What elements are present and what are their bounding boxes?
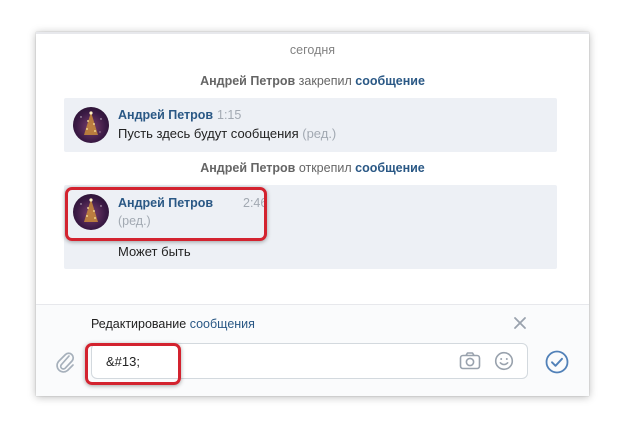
chat-window: сегодня Андрей Петров закрепил сообщение… [36,32,589,396]
top-divider [36,32,589,34]
event-action: закрепил [298,74,352,88]
message-body: Пусть здесь будут сообщения [118,126,299,141]
close-icon [514,317,526,329]
christmas-tree-icon [80,111,102,135]
camera-icon [459,352,481,370]
message-text: Может быть [118,244,191,259]
highlight-frame-message [65,187,267,241]
highlight-frame-input [85,343,181,385]
edit-mode-link[interactable]: сообщения [190,317,255,331]
smile-icon [494,351,514,371]
unpin-event: Андрей Петров открепил сообщение [36,161,589,175]
message-text: Пусть здесь будут сообщения (ред.) [118,126,336,141]
event-author[interactable]: Андрей Петров [200,74,295,88]
avatar[interactable] [73,107,109,143]
edit-mode-label: Редактирование сообщения [91,317,255,331]
message-1[interactable]: Андрей Петров 1:15 Пусть здесь будут соо… [64,98,557,152]
attach-button[interactable] [54,350,76,374]
event-object-link[interactable]: сообщение [355,74,425,88]
save-edit-button[interactable] [545,350,569,374]
event-author[interactable]: Андрей Петров [200,161,295,175]
paperclip-icon [56,352,75,373]
edit-mode-text: Редактирование [91,317,187,331]
close-edit-button[interactable] [513,316,527,330]
pin-event: Андрей Петров закрепил сообщение [36,74,589,88]
event-object-link[interactable]: сообщение [355,161,425,175]
date-separator: сегодня [289,43,336,57]
event-action: открепил [298,161,352,175]
edited-mark: (ред.) [302,126,337,141]
emoji-button[interactable] [494,351,514,371]
message-author[interactable]: Андрей Петров [118,108,213,122]
send-check-icon [545,350,569,374]
message-time[interactable]: 1:15 [217,108,241,122]
camera-button[interactable] [459,351,481,371]
